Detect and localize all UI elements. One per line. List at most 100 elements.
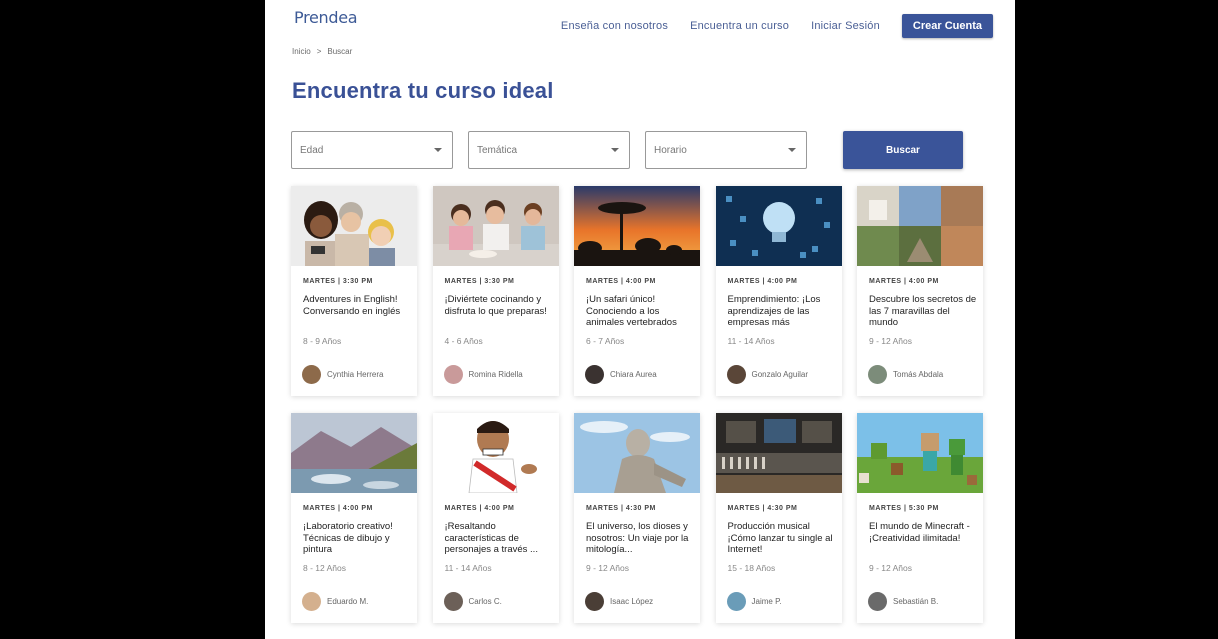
course-card[interactable]: MARTES | 4:30 PM El universo, los dioses… (574, 413, 700, 623)
course-age-range: 11 - 14 Años (727, 336, 775, 346)
course-age-range: 8 - 12 Años (303, 563, 347, 573)
course-image (291, 413, 417, 493)
course-card[interactable]: MARTES | 4:30 PM Producción musical ¡Cóm… (715, 413, 842, 623)
chevron-down-icon (611, 148, 619, 152)
page-title: Encuentra tu curso ideal (292, 78, 554, 103)
chevron-down-icon (434, 148, 442, 152)
course-schedule: MARTES | 4:30 PM (586, 505, 656, 512)
teacher-name: Isaac López (610, 597, 654, 606)
course-schedule: MARTES | 4:00 PM (303, 505, 373, 512)
course-title[interactable]: Descubre los secretos de las 7 maravilla… (869, 294, 977, 329)
course-image (715, 186, 842, 266)
course-title[interactable]: ¡Resaltando características de personaje… (445, 521, 553, 556)
teacher-name: Cynthia Herrera (327, 370, 384, 379)
schedule-select[interactable]: Horario (645, 131, 807, 169)
avatar (868, 592, 887, 611)
course-title[interactable]: Producción musical ¡Cómo lanzar tu singl… (728, 521, 836, 556)
course-age-range: 9 - 12 Años (586, 563, 630, 573)
course-title[interactable]: El universo, los dioses y nosotros: Un v… (586, 521, 694, 556)
schedule-select-label: Horario (654, 144, 687, 156)
teacher-name: Romina Ridella (468, 370, 523, 379)
topic-select-label: Temática (477, 144, 518, 156)
course-age-range: 4 - 6 Años (444, 336, 483, 346)
breadcrumb-home[interactable]: Inicio (292, 47, 311, 56)
chevron-down-icon (788, 148, 796, 152)
course-card[interactable]: MARTES | 4:00 PM ¡Resaltando característ… (432, 413, 559, 623)
course-title[interactable]: ¡Diviértete cocinando y disfruta lo que … (445, 294, 553, 329)
teacher[interactable]: Chiara Aurea (585, 365, 657, 384)
course-title[interactable]: Adventures in English! Conversando en in… (303, 294, 411, 329)
course-title[interactable]: El mundo de Minecraft - ¡Creatividad ili… (869, 521, 977, 556)
avatar (585, 365, 604, 384)
course-card[interactable]: MARTES | 4:00 PM ¡Un safari único! Conoc… (574, 186, 700, 396)
course-age-range: 8 - 9 Años (303, 336, 342, 346)
avatar (868, 365, 887, 384)
teacher[interactable]: Isaac López (585, 592, 653, 611)
page: Prendea Enseña con nosotros Encuentra un… (265, 0, 1015, 639)
teacher-name: Carlos C. (468, 597, 502, 606)
teacher[interactable]: Gonzalo Aguilar (726, 365, 808, 384)
topic-select[interactable]: Temática (468, 131, 630, 169)
nav-login-link[interactable]: Iniciar Sesión (811, 20, 880, 32)
breadcrumb-current: Buscar (327, 47, 353, 56)
age-select-label: Edad (300, 144, 324, 156)
avatar (302, 365, 321, 384)
teacher[interactable]: Eduardo M. (302, 592, 368, 611)
course-image (715, 413, 842, 493)
breadcrumb: Inicio > Buscar (292, 47, 352, 56)
course-image (574, 186, 700, 266)
course-image (574, 413, 700, 493)
course-card[interactable]: MARTES | 5:30 PM El mundo de Minecraft -… (857, 413, 983, 623)
course-image (432, 413, 559, 493)
course-age-range: 9 - 12 Años (869, 563, 913, 573)
course-schedule: MARTES | 4:00 PM (586, 278, 656, 285)
course-age-range: 11 - 14 Años (444, 563, 492, 573)
course-schedule: MARTES | 4:00 PM (869, 278, 939, 285)
teacher-name: Jaime P. (751, 597, 782, 606)
teacher[interactable]: Tomás Abdala (868, 365, 943, 384)
avatar (726, 365, 746, 384)
course-title[interactable]: ¡Laboratorio creativo! Técnicas de dibuj… (303, 521, 411, 556)
course-title[interactable]: Emprendimiento: ¡Los aprendizajes de las… (728, 294, 836, 329)
teacher[interactable]: Carlos C. (443, 592, 502, 611)
teacher-name: Gonzalo Aguilar (751, 370, 808, 379)
course-card[interactable]: MARTES | 4:00 PM Emprendimiento: ¡Los ap… (715, 186, 842, 396)
course-schedule: MARTES | 3:30 PM (303, 278, 373, 285)
filter-bar: Edad Temática Horario Buscar (291, 131, 963, 169)
course-card[interactable]: MARTES | 4:00 PM Descubre los secretos d… (857, 186, 983, 396)
course-schedule: MARTES | 5:30 PM (869, 505, 939, 512)
teacher-name: Sebastián B. (893, 597, 939, 606)
avatar (443, 365, 463, 384)
course-title[interactable]: ¡Un safari único! Conociendo a los anima… (586, 294, 694, 329)
age-select[interactable]: Edad (291, 131, 453, 169)
teacher[interactable]: Cynthia Herrera (302, 365, 383, 384)
teacher[interactable]: Jaime P. (726, 592, 782, 611)
course-schedule: MARTES | 4:00 PM (727, 278, 798, 285)
course-image (857, 186, 983, 266)
avatar (302, 592, 321, 611)
course-age-range: 9 - 12 Años (869, 336, 913, 346)
nav-find-course-link[interactable]: Encuentra un curso (690, 20, 789, 32)
avatar (443, 592, 463, 611)
teacher-name: Eduardo M. (327, 597, 369, 606)
course-card[interactable]: MARTES | 3:30 PM Adventures in English! … (291, 186, 417, 396)
course-age-range: 15 - 18 Años (727, 563, 776, 573)
course-schedule: MARTES | 4:00 PM (444, 505, 515, 512)
course-card[interactable]: MARTES | 3:30 PM ¡Diviértete cocinando y… (432, 186, 559, 396)
logo[interactable]: Prendea (294, 8, 358, 27)
top-nav: Enseña con nosotros Encuentra un curso I… (561, 14, 993, 38)
course-image (857, 413, 983, 493)
course-schedule: MARTES | 4:30 PM (727, 505, 798, 512)
course-image (291, 186, 417, 266)
teacher-name: Tomás Abdala (893, 370, 944, 379)
course-age-range: 6 - 7 Años (586, 336, 625, 346)
course-card[interactable]: MARTES | 4:00 PM ¡Laboratorio creativo! … (291, 413, 417, 623)
search-button[interactable]: Buscar (843, 131, 963, 169)
course-image (432, 186, 559, 266)
create-account-button[interactable]: Crear Cuenta (901, 14, 993, 38)
course-grid: MARTES | 3:30 PM Adventures in English! … (291, 186, 983, 623)
nav-teach-link[interactable]: Enseña con nosotros (561, 20, 668, 32)
avatar (585, 592, 604, 611)
teacher[interactable]: Sebastián B. (868, 592, 938, 611)
teacher[interactable]: Romina Ridella (443, 365, 523, 384)
